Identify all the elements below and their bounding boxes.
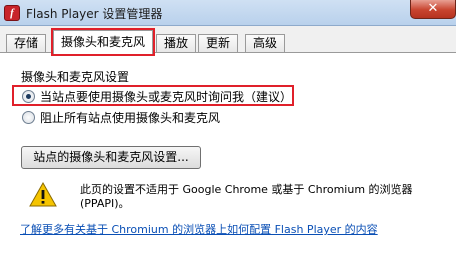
- radio-button-checked[interactable]: [22, 90, 35, 103]
- group-label: 摄像头和麦克风设置: [21, 70, 130, 84]
- flash-player-icon: f: [4, 5, 20, 21]
- notice-text: 此页的设置不适用于 Google Chrome 或基于 Chromium 的浏览…: [80, 183, 413, 211]
- tab-camera-microphone[interactable]: 摄像头和麦克风: [51, 28, 155, 56]
- window-title: Flash Player 设置管理器: [26, 7, 163, 21]
- tab-updates[interactable]: 更新: [198, 34, 238, 53]
- radio-ask-option[interactable]: 当站点要使用摄像头或麦克风时询问我（建议）: [22, 88, 292, 106]
- site-settings-button[interactable]: 站点的摄像头和麦克风设置...: [21, 146, 201, 169]
- radio-block-label: 阻止所有站点使用摄像头和麦克风: [40, 111, 221, 125]
- notice-line-1: 此页的设置不适用于 Google Chrome 或基于 Chromium 的浏览…: [80, 183, 413, 196]
- chromium-help-link[interactable]: 了解更多有关基于 Chromium 的浏览器上如何配置 Flash Player…: [20, 221, 378, 237]
- notice-line-2: (PPAPI)。: [80, 197, 130, 210]
- radio-ask-label: 当站点要使用摄像头或麦克风时询问我（建议）: [40, 90, 293, 104]
- close-button[interactable]: ✕: [410, 0, 456, 19]
- radio-button-unchecked[interactable]: [22, 111, 35, 124]
- tab-advanced[interactable]: 高级: [245, 34, 285, 53]
- tab-storage[interactable]: 存储: [6, 34, 46, 53]
- radio-block-option[interactable]: 阻止所有站点使用摄像头和麦克风: [22, 109, 220, 127]
- tab-playback[interactable]: 播放: [156, 34, 196, 53]
- tab-strip: 存储 摄像头和麦克风 播放 更新 高级: [0, 26, 456, 56]
- title-bar: f Flash Player 设置管理器 ✕: [0, 0, 456, 26]
- warning-icon: [29, 182, 57, 207]
- settings-panel: 摄像头和麦克风设置 当站点要使用摄像头或麦克风时询问我（建议） 阻止所有站点使用…: [0, 52, 456, 272]
